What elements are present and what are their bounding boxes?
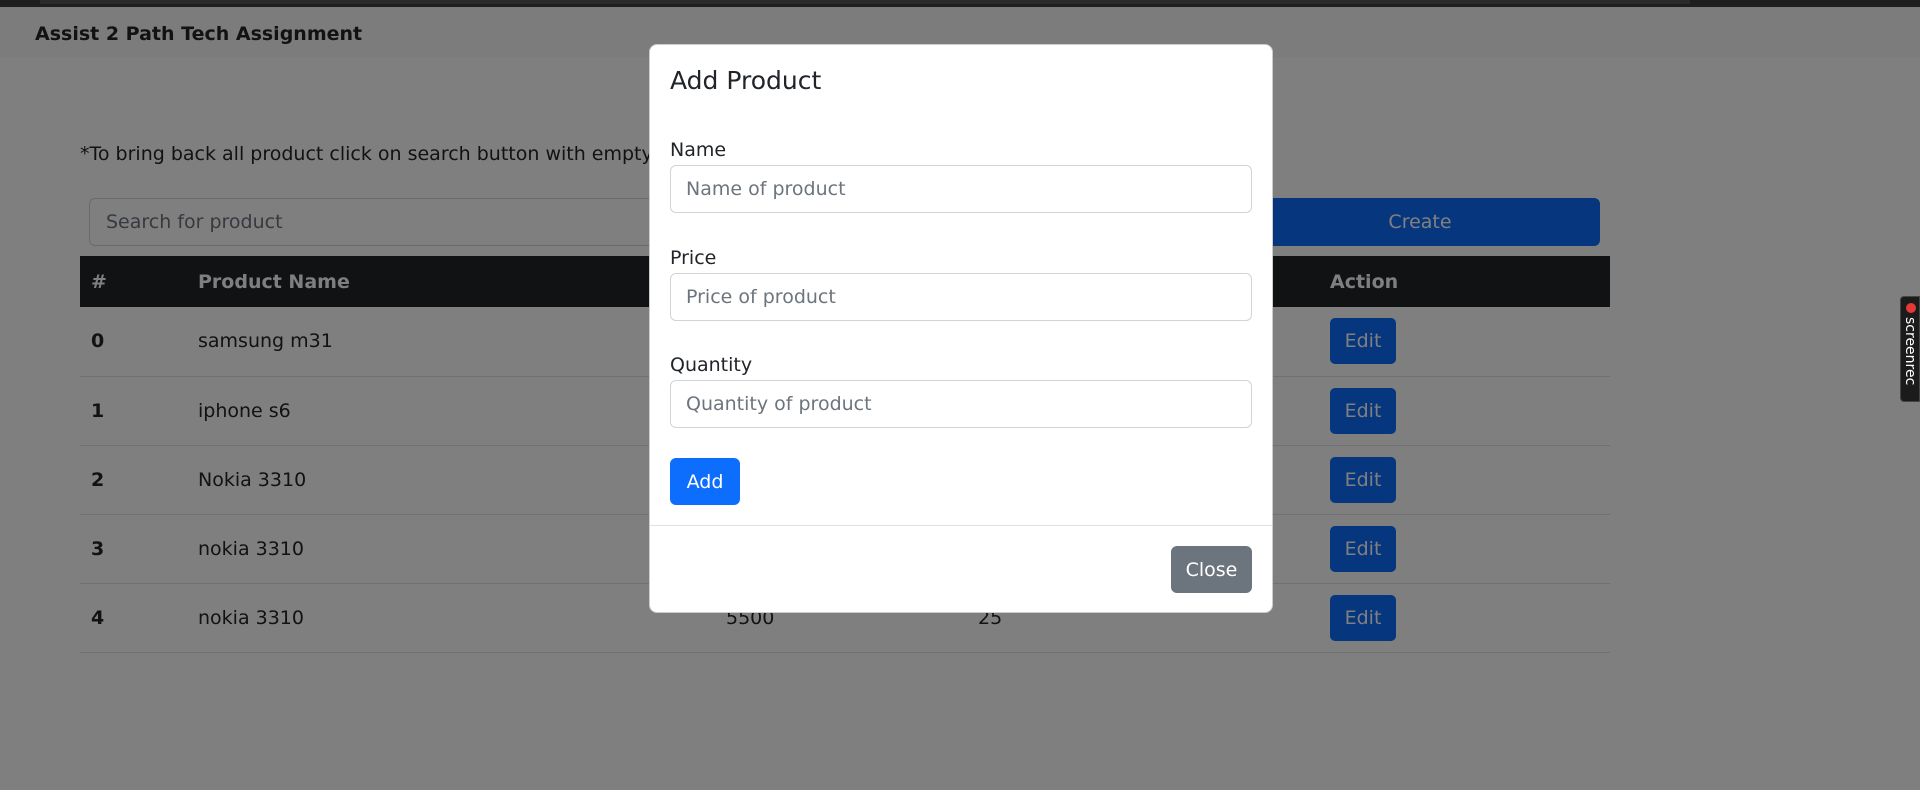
screenrec-badge[interactable]: screenrec bbox=[1900, 296, 1920, 402]
screenrec-label: screenrec bbox=[1902, 317, 1918, 386]
quantity-input[interactable] bbox=[670, 380, 1252, 428]
price-label: Price bbox=[670, 247, 717, 269]
name-input[interactable] bbox=[670, 165, 1252, 213]
modal-footer-divider bbox=[650, 525, 1272, 526]
modal-title: Add Product bbox=[670, 66, 822, 95]
price-input[interactable] bbox=[670, 273, 1252, 321]
record-dot-icon bbox=[1906, 303, 1916, 313]
close-button[interactable]: Close bbox=[1171, 546, 1252, 593]
add-button[interactable]: Add bbox=[670, 458, 740, 505]
quantity-label: Quantity bbox=[670, 354, 753, 376]
name-label: Name bbox=[670, 139, 727, 161]
add-product-modal: Add Product Name Price Quantity Add Clos… bbox=[649, 44, 1273, 613]
